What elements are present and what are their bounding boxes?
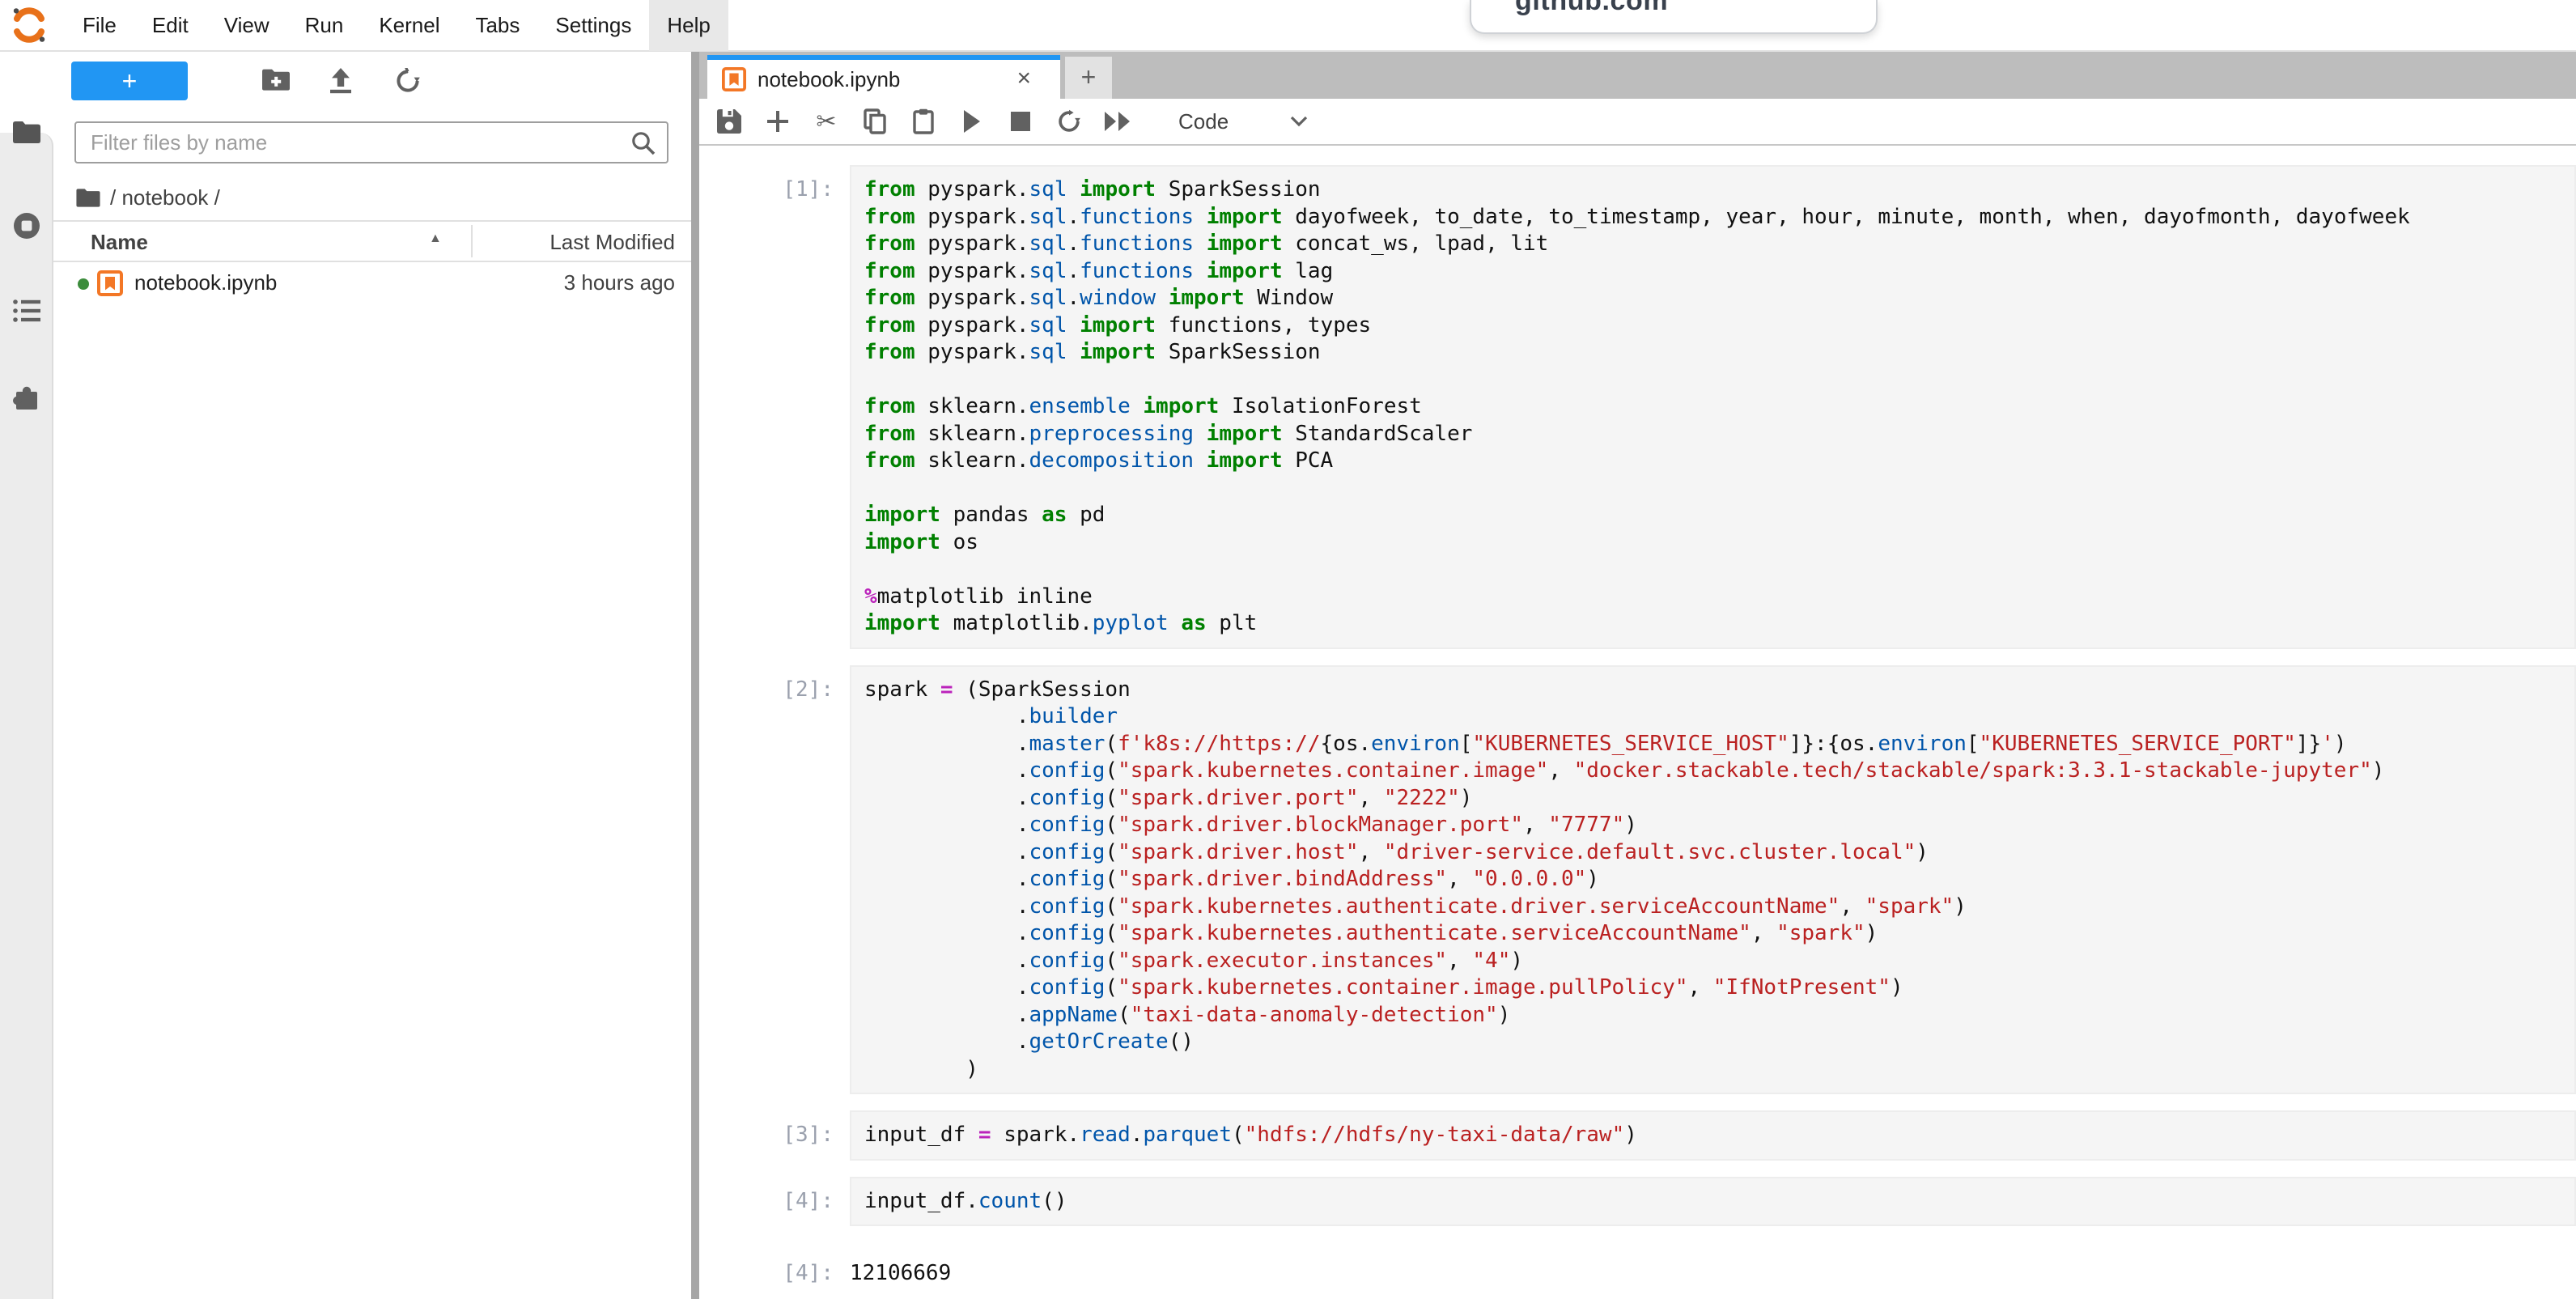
save-icon[interactable] [715,108,743,135]
execution-prompt: [3]: [699,1110,850,1161]
running-kernels-icon[interactable] [0,212,53,240]
column-divider [471,225,473,257]
file-name[interactable]: notebook.ipynb [134,270,277,295]
jupyterlab-app: File Edit View Run Kernel Tabs Settings … [0,0,2576,1299]
search-icon [631,131,656,155]
notebook-file-icon [97,270,123,296]
tab-notebook[interactable]: notebook.ipynb × [707,55,1060,99]
menu-run[interactable]: Run [287,0,362,51]
cell-editor[interactable]: spark = (SparkSession .builder .master(f… [850,665,2576,1095]
cut-cells-icon[interactable]: ✂ [813,108,840,135]
breadcrumb-path[interactable]: / notebook / [110,185,220,210]
menu-help[interactable]: Help [649,0,728,51]
restart-run-all-icon[interactable] [1104,108,1131,135]
home-folder-icon[interactable] [76,188,100,207]
code-cell[interactable]: [2]:spark = (SparkSession .builder .mast… [699,665,2576,1095]
running-status-dot [78,278,89,290]
menu-view[interactable]: View [206,0,287,51]
table-of-contents-icon[interactable] [0,299,53,322]
panel-resize-handle[interactable] [691,52,699,1299]
notebook-cells: [1]:from pyspark.sql import SparkSession… [699,146,2576,1299]
file-row[interactable]: notebook.ipynb 3 hours ago [53,264,691,304]
insert-cell-icon[interactable] [764,108,791,135]
cell-editor[interactable]: from pyspark.sql import SparkSessionfrom… [850,165,2576,649]
cell-type-value: Code [1178,109,1229,134]
code-cell[interactable]: [3]:input_df = spark.read.parquet("hdfs:… [699,1110,2576,1161]
run-cell-icon[interactable] [958,108,986,135]
menu-tabs[interactable]: Tabs [457,0,537,51]
execution-prompt: [4]: [699,1177,850,1227]
column-header-modified[interactable]: Last Modified [550,230,675,255]
refresh-icon[interactable] [395,68,421,94]
tab-label: notebook.ipynb [758,67,900,92]
tab-close-icon[interactable]: × [1016,65,1031,92]
copy-cells-icon[interactable] [861,108,889,135]
filter-files-box [74,121,668,163]
app-logo-icon [10,6,49,45]
cell-editor[interactable]: input_df.count() [850,1177,2576,1227]
paste-cells-icon[interactable] [910,108,937,135]
menu-edit[interactable]: Edit [134,0,206,51]
url-popup: github.com [1470,0,1878,34]
restart-kernel-icon[interactable] [1055,108,1083,135]
menubar: File Edit View Run Kernel Tabs Settings … [0,0,2576,52]
filter-files-input[interactable] [91,125,625,160]
tab-bar: notebook.ipynb × + [699,52,2576,99]
main-area: notebook.ipynb × + ✂ [699,52,2576,1299]
notebook-toolbar: ✂ [699,99,2576,146]
file-browser-panel: + [53,52,691,1299]
stop-kernel-icon[interactable] [1007,108,1034,135]
cell-output-text: 12106669 [850,1249,951,1288]
file-modified: 3 hours ago [564,270,675,295]
new-folder-icon[interactable] [262,68,290,91]
execution-prompt: [2]: [699,665,850,1095]
menu-file[interactable]: File [65,0,134,51]
execution-prompt: [1]: [699,165,850,649]
breadcrumb[interactable]: / notebook / [76,181,220,214]
new-tab-button[interactable]: + [1065,57,1112,99]
url-popup-text: github.com [1515,0,1668,17]
sort-ascending-icon[interactable]: ▲ [429,231,442,246]
output-cell[interactable]: [4]:12106669 [699,1249,2576,1288]
code-cell[interactable]: [1]:from pyspark.sql import SparkSession… [699,165,2576,649]
menu-settings[interactable]: Settings [537,0,649,51]
column-header-name[interactable]: Name [91,230,148,255]
code-cell[interactable]: [4]:input_df.count() [699,1177,2576,1227]
menu-kernel[interactable]: Kernel [361,0,457,51]
cell-editor[interactable]: input_df = spark.read.parquet("hdfs://hd… [850,1110,2576,1161]
file-browser-icon[interactable] [0,120,53,144]
extension-manager-icon[interactable] [0,384,53,411]
cell-type-select[interactable]: Code [1178,109,1308,134]
chevron-down-icon [1290,116,1308,127]
execution-prompt: [4]: [699,1249,850,1288]
file-listing-header: Name ▲ Last Modified [53,220,691,262]
activity-bar [0,52,53,1299]
upload-icon[interactable] [329,68,353,94]
new-launcher-button[interactable]: + [71,62,188,100]
notebook-tab-icon [722,67,746,91]
